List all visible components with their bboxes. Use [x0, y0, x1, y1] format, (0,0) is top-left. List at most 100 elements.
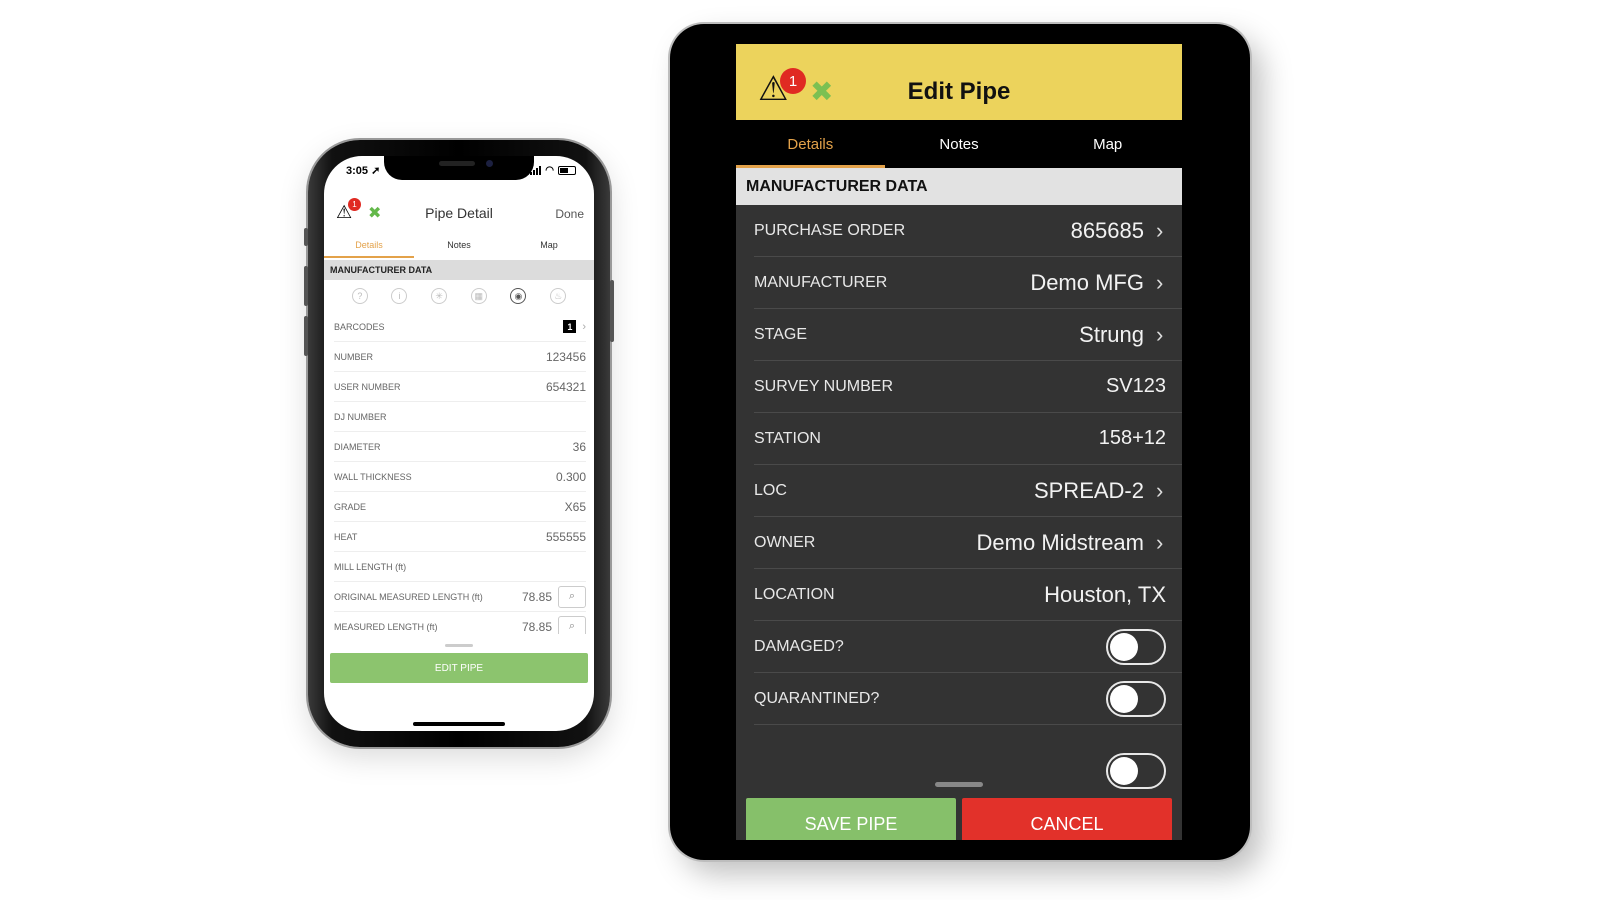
partial-toggle[interactable]: [1106, 753, 1166, 789]
home-indicator[interactable]: [413, 722, 505, 726]
done-button[interactable]: Done: [555, 207, 584, 221]
field-value: 555555: [545, 529, 586, 544]
tab-details[interactable]: Details: [736, 120, 885, 168]
table-row[interactable]: OWNER Demo Midstream ›: [754, 517, 1182, 569]
phone-side-button: [610, 280, 614, 342]
barcode-count-badge: 1: [563, 320, 577, 333]
table-row[interactable]: LOC SPREAD-2 ›: [754, 465, 1182, 517]
tablet-field-list: PURCHASE ORDER 865685 › MANUFACTURER Demo…: [736, 205, 1182, 793]
damaged-toggle[interactable]: [1106, 628, 1166, 665]
coating-icon[interactable]: ▦: [470, 288, 487, 304]
field-label: GRADE: [334, 501, 367, 512]
phone-nav-header: ⚠ 1 ✖ Pipe Detail Done: [324, 196, 594, 230]
inspection-icon[interactable]: ♨: [550, 288, 567, 304]
field-label: STATION: [754, 429, 821, 447]
field-value: 123456: [545, 349, 586, 364]
phone-status-bar: 3:05 ➚ ◠: [346, 164, 576, 177]
field-label: USER NUMBER: [334, 381, 401, 392]
phone-mute-switch: [304, 228, 308, 246]
page-title: Edit Pipe: [907, 78, 1011, 105]
page-title: Pipe Detail: [425, 205, 493, 221]
cancel-button[interactable]: CANCEL: [962, 798, 1172, 840]
measure-icon[interactable]: ⌕: [558, 585, 586, 608]
field-label: WALL THICKNESS: [334, 471, 412, 482]
phone-volume-up: [304, 266, 308, 306]
wifi-icon: ◠: [545, 165, 554, 176]
table-row-partial: [754, 725, 1182, 789]
tablet-device: ⚠ 1 ✖ Edit Pipe Details Notes Map MANUFA…: [670, 24, 1250, 860]
help-icon[interactable]: ?: [351, 288, 368, 304]
phone-volume-down: [304, 316, 308, 356]
phone-tab-bar: Details Notes Map: [324, 234, 594, 258]
field-label: DIAMETER: [334, 441, 381, 452]
field-value: 78.85: [521, 619, 552, 634]
field-label: SURVEY NUMBER: [754, 377, 893, 395]
table-row[interactable]: DIAMETER 36: [334, 432, 586, 462]
tablet-header: ⚠ 1 ✖ Edit Pipe: [736, 44, 1182, 120]
table-row[interactable]: WALL THICKNESS 0.300: [334, 462, 586, 492]
field-value: 0.300: [555, 469, 586, 484]
field-value: Strung: [1079, 321, 1144, 347]
table-row[interactable]: LOCATION Houston, TX: [754, 569, 1182, 621]
chevron-right-icon: ›: [1156, 321, 1164, 347]
chevron-right-icon: ›: [582, 320, 586, 333]
chevron-right-icon: ›: [1156, 269, 1164, 295]
field-label: QUARANTINED?: [754, 689, 880, 707]
status-time: 3:05: [346, 165, 369, 177]
table-row[interactable]: ORIGINAL MEASURED LENGTH (ft) 78.85 ⌕: [334, 582, 586, 612]
phone-screen: 3:05 ➚ ◠ ⚠ 1 ✖ Pipe Detail Done Details …: [324, 156, 594, 731]
info-icon[interactable]: i: [391, 288, 408, 304]
tablet-tab-bar: Details Notes Map: [736, 120, 1182, 168]
field-label: MEASURED LENGTH (ft): [334, 621, 438, 632]
drag-handle[interactable]: [445, 644, 473, 647]
field-label: OWNER: [754, 533, 816, 551]
list-fade: [324, 634, 594, 642]
save-pipe-button[interactable]: SAVE PIPE: [746, 798, 956, 840]
tablet-action-bar: SAVE PIPE CANCEL: [736, 792, 1182, 840]
table-row[interactable]: HEAT 555555: [334, 522, 586, 552]
field-label: DJ NUMBER: [334, 411, 387, 422]
field-label: NUMBER: [334, 351, 374, 362]
field-label: MILL LENGTH (ft): [334, 561, 407, 572]
table-row[interactable]: MILL LENGTH (ft): [334, 552, 586, 582]
table-row[interactable]: MANUFACTURER Demo MFG ›: [754, 257, 1182, 309]
tab-map[interactable]: Map: [504, 234, 594, 258]
tablet-screen: ⚠ 1 ✖ Edit Pipe Details Notes Map MANUFA…: [736, 44, 1182, 840]
table-row[interactable]: BARCODES 1 ›: [334, 312, 586, 342]
chevron-right-icon: ›: [1156, 217, 1164, 243]
weld-icon[interactable]: ✳: [431, 288, 448, 304]
field-value: Demo MFG: [1030, 269, 1144, 295]
field-label: PURCHASE ORDER: [754, 221, 906, 239]
tab-details[interactable]: Details: [324, 234, 414, 258]
table-row[interactable]: STAGE Strung ›: [754, 309, 1182, 361]
section-header: MANUFACTURER DATA: [324, 260, 594, 280]
chevron-right-icon: ›: [1156, 529, 1164, 555]
drag-handle[interactable]: [935, 782, 983, 787]
camera-icon[interactable]: ◉: [510, 288, 527, 304]
field-label: DAMAGED?: [754, 637, 844, 655]
location-arrow-icon: ➚: [371, 165, 381, 177]
field-value: X65: [564, 499, 586, 514]
table-row[interactable]: PURCHASE ORDER 865685 ›: [754, 205, 1182, 257]
phone-field-list: BARCODES 1 › NUMBER 123456 USER NUMBER 65…: [334, 312, 586, 642]
tab-notes[interactable]: Notes: [414, 234, 504, 258]
field-value: 654321: [545, 379, 586, 394]
table-row[interactable]: GRADE X65: [334, 492, 586, 522]
signal-icon: [530, 166, 542, 175]
table-row: QUARANTINED?: [754, 673, 1182, 725]
edit-pipe-button[interactable]: EDIT PIPE: [330, 653, 588, 683]
table-row: DAMAGED?: [754, 621, 1182, 673]
quarantined-toggle[interactable]: [1106, 680, 1166, 717]
tab-notes[interactable]: Notes: [885, 120, 1034, 168]
field-label: LOCATION: [754, 585, 835, 603]
field-label: ORIGINAL MEASURED LENGTH (ft): [334, 591, 483, 602]
field-value: SV123: [1105, 375, 1166, 397]
table-row[interactable]: STATION 158+12: [754, 413, 1182, 465]
table-row[interactable]: NUMBER 123456: [334, 342, 586, 372]
table-row[interactable]: DJ NUMBER: [334, 402, 586, 432]
tab-map[interactable]: Map: [1033, 120, 1182, 168]
phone-device: 3:05 ➚ ◠ ⚠ 1 ✖ Pipe Detail Done Details …: [304, 140, 614, 747]
table-row[interactable]: USER NUMBER 654321: [334, 372, 586, 402]
field-label: BARCODES: [334, 321, 385, 332]
table-row[interactable]: SURVEY NUMBER SV123: [754, 361, 1182, 413]
